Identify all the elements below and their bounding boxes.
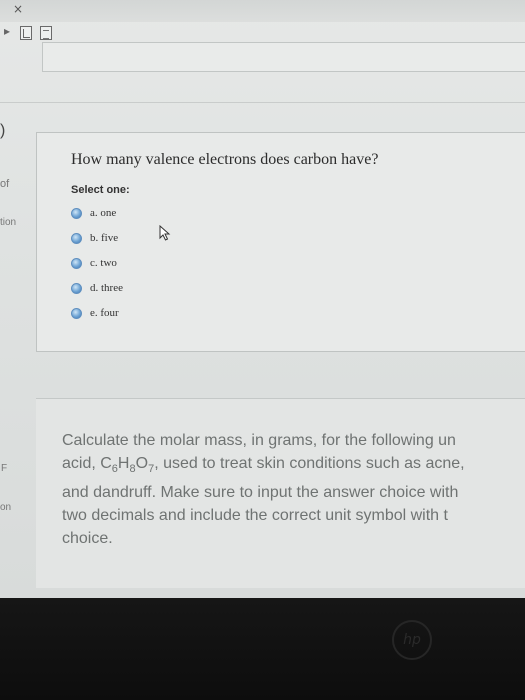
left-cutoff-text: F bbox=[1, 463, 8, 474]
screen: × ▸ ) of tion F on How many valence elec… bbox=[0, 0, 525, 600]
radio-button[interactable] bbox=[71, 232, 82, 244]
mouse-cursor-icon bbox=[159, 225, 171, 241]
hp-logo: hp bbox=[392, 620, 432, 660]
window-top-bar: × bbox=[0, 0, 525, 22]
question-2-line: Calculate the molar mass, in grams, for … bbox=[62, 432, 456, 449]
option-label: d. three bbox=[90, 282, 123, 294]
option-label: e. four bbox=[90, 307, 119, 319]
radio-button[interactable] bbox=[71, 207, 82, 219]
section-divider bbox=[0, 102, 525, 103]
left-cutoff-text: ) bbox=[0, 122, 6, 139]
question-text: How many valence electrons does carbon h… bbox=[71, 151, 379, 168]
answer-option-b[interactable]: b. five bbox=[71, 230, 118, 246]
question-2-panel: Calculate the molar mass, in grams, for … bbox=[36, 398, 525, 588]
question-2-line: acid, C6H8O7, used to treat skin conditi… bbox=[62, 455, 465, 476]
question-2-line: choice. bbox=[62, 530, 113, 548]
option-label: a. one bbox=[90, 207, 117, 219]
close-icon[interactable]: × bbox=[13, 2, 23, 16]
document-icon[interactable] bbox=[40, 26, 52, 40]
select-one-label: Select one: bbox=[71, 184, 130, 196]
pdf-icon[interactable] bbox=[20, 26, 32, 40]
option-label: b. five bbox=[90, 232, 119, 244]
answer-option-a[interactable]: a. one bbox=[71, 205, 116, 221]
radio-button[interactable] bbox=[71, 282, 82, 294]
answer-option-e[interactable]: e. four bbox=[71, 305, 119, 321]
radio-button[interactable] bbox=[71, 307, 82, 319]
laptop-bezel: hp bbox=[0, 598, 525, 700]
left-cutoff-text: of bbox=[0, 178, 10, 190]
left-cutoff-text: tion bbox=[0, 217, 17, 228]
answer-option-c[interactable]: c. two bbox=[71, 255, 117, 271]
question-2-line: and dandruff. Make sure to input the ans… bbox=[62, 484, 459, 502]
question-panel: How many valence electrons does carbon h… bbox=[36, 132, 525, 352]
left-cutoff-text: on bbox=[0, 502, 12, 513]
option-label: c. two bbox=[90, 257, 117, 269]
question-2-text: Calculate the molar mass, in grams, for … bbox=[62, 429, 525, 550]
radio-button[interactable] bbox=[71, 257, 82, 269]
question-2-line: two decimals and include the correct uni… bbox=[62, 507, 448, 525]
answer-option-d[interactable]: d. three bbox=[71, 280, 123, 296]
back-arrow-icon[interactable]: ▸ bbox=[4, 24, 10, 38]
address-field[interactable] bbox=[42, 42, 525, 72]
